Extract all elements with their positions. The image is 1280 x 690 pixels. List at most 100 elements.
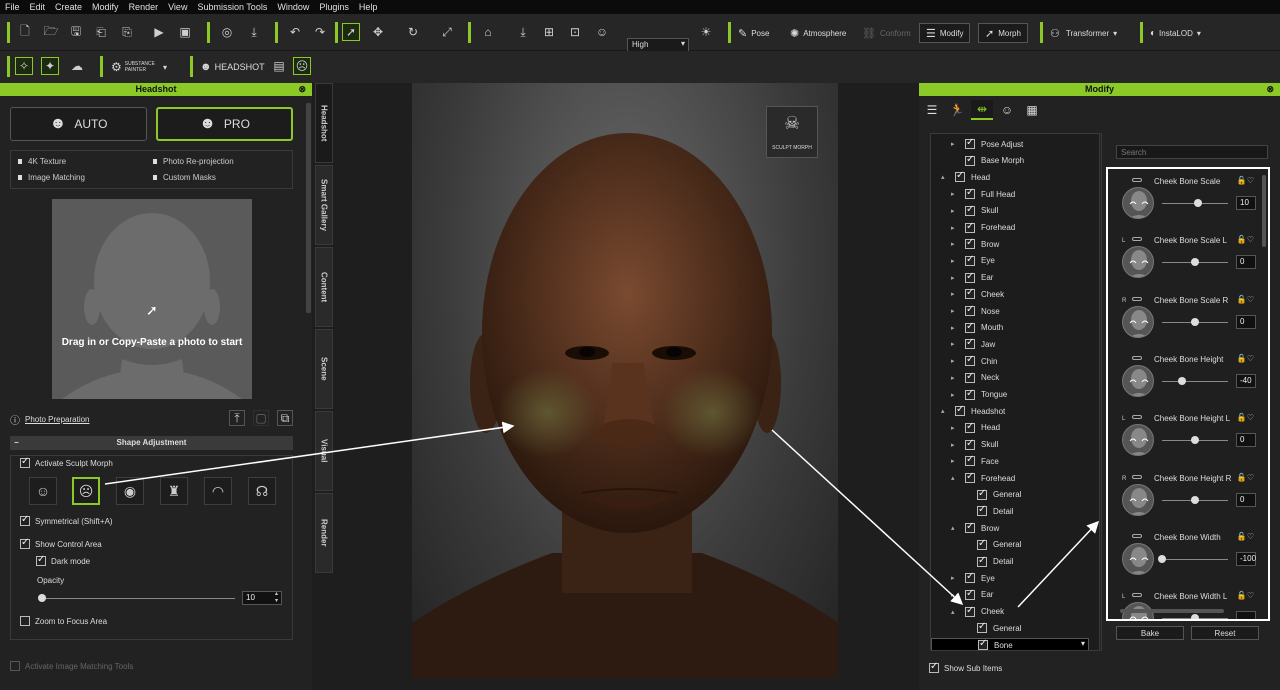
expand-arrow-icon[interactable]: ▸ <box>951 274 959 282</box>
ear-region-button[interactable]: ☊ <box>248 477 276 505</box>
menu-item-create[interactable]: Create <box>55 2 82 12</box>
face-region-button[interactable]: ☺ <box>29 477 57 505</box>
checkbox-icon[interactable] <box>965 421 975 433</box>
tab-headshot[interactable]: Headshot <box>315 83 333 163</box>
tree-item[interactable]: ▸ Ear <box>951 271 993 285</box>
toggle-icon[interactable] <box>1132 474 1142 479</box>
substance-painter-button[interactable]: ⚙ SUBSTANCE PAINTER ▾ <box>111 57 167 77</box>
tree-item[interactable]: Base Morph <box>951 154 1024 168</box>
expand-arrow-icon[interactable]: ▸ <box>951 391 959 399</box>
panel-scrollbar[interactable] <box>306 103 311 313</box>
morph-slider-handle[interactable] <box>1191 258 1199 267</box>
eye-region-button[interactable]: ◉ <box>116 477 144 505</box>
checkbox-icon[interactable] <box>955 170 965 183</box>
export-icon[interactable]: ⎘ <box>118 23 136 41</box>
checkbox-icon[interactable] <box>955 404 965 417</box>
tree-item[interactable]: ▸ Mouth <box>951 321 1003 335</box>
tree-item[interactable]: ▸ Face <box>951 454 999 468</box>
morph-value-input[interactable]: -40 <box>1236 373 1256 388</box>
tab-scene[interactable]: Scene <box>315 329 333 409</box>
bake-button[interactable]: Bake <box>1116 626 1184 640</box>
checkbox-icon[interactable] <box>965 221 975 233</box>
expand-arrow-icon[interactable]: ▸ <box>951 224 959 232</box>
checkbox-icon[interactable] <box>965 137 975 149</box>
activate-sculpt-morph-checkbox[interactable]: Activate Sculpt Morph <box>20 456 113 468</box>
morph-slider-handle[interactable] <box>1191 317 1199 326</box>
close-icon[interactable]: ⊗ <box>298 83 306 96</box>
reset-button[interactable]: Reset <box>1191 626 1259 640</box>
light-icon[interactable]: ☀ <box>697 23 715 41</box>
tab-morph[interactable]: ⇹ <box>971 100 993 120</box>
character-tool-icon[interactable]: ✧ <box>15 57 33 75</box>
tree-item[interactable]: ▸ Jaw <box>951 337 995 351</box>
tree-item[interactable]: ▸ Cheek <box>951 287 1004 301</box>
checkbox-icon[interactable] <box>965 588 975 600</box>
checkbox-icon[interactable] <box>965 521 975 534</box>
close-icon[interactable]: ⊗ <box>1266 83 1274 96</box>
tab-material[interactable]: ▦ <box>1021 100 1043 120</box>
frame-selected-icon[interactable]: ⊞ <box>540 23 558 41</box>
mouth-region-button[interactable]: ◠ <box>204 477 232 505</box>
photo-preparation-link[interactable]: Photo Preparation <box>25 415 90 424</box>
toggle-icon[interactable] <box>1132 355 1142 360</box>
frame-all-icon[interactable]: ⊡ <box>566 23 584 41</box>
slider-list-vscrollbar[interactable] <box>1262 175 1266 247</box>
zoom-to-focus-checkbox[interactable]: Zoom to Focus Area <box>20 616 107 626</box>
menu-item-view[interactable]: View <box>168 2 187 12</box>
morph-value-input[interactable]: 0 <box>1236 255 1256 270</box>
toggle-icon[interactable] <box>1132 533 1142 538</box>
spin-arrows-icon[interactable]: ▴ ▾ <box>275 591 278 605</box>
menu-item-edit[interactable]: Edit <box>30 2 46 12</box>
toggle-icon[interactable] <box>1132 178 1142 182</box>
quality-select[interactable]: High <box>627 38 689 52</box>
checkbox-icon[interactable] <box>965 154 975 166</box>
headshot-button[interactable]: ☻ HEADSHOT <box>200 57 265 77</box>
morph-value-input[interactable]: 10 <box>1236 196 1256 210</box>
expand-arrow-icon[interactable]: ▸ <box>951 290 959 298</box>
toggle-icon[interactable] <box>1132 593 1142 598</box>
cloud-tool-icon[interactable]: ☁ <box>68 57 86 75</box>
checkbox-icon[interactable] <box>965 571 975 584</box>
checkbox-icon[interactable] <box>965 321 975 333</box>
checkbox-icon[interactable] <box>965 354 975 367</box>
checkbox-icon[interactable] <box>978 638 988 650</box>
tree-item[interactable]: ▴ Head <box>941 170 990 184</box>
pick-icon[interactable]: ⤓ <box>245 23 263 41</box>
morph-slider[interactable] <box>1162 558 1228 560</box>
menu-item-modify[interactable]: Modify <box>92 2 119 12</box>
morph-value-input[interactable]: -100 <box>1236 551 1256 566</box>
transformer-button[interactable]: ⚇ Transformer ▾ <box>1050 23 1117 43</box>
checkbox-icon[interactable] <box>965 605 975 617</box>
expand-arrow-icon[interactable]: ▸ <box>951 441 959 449</box>
new-file-icon[interactable]: 🗋 <box>16 23 34 41</box>
checkbox-icon[interactable] <box>965 287 975 300</box>
tree-item[interactable]: ▸ Pose Adjust <box>951 137 1023 151</box>
symmetrical-checkbox[interactable]: Symmetrical (Shift+A) <box>20 514 113 526</box>
instalod-button[interactable]: ◐ InstaLOD ▾ <box>1150 23 1201 43</box>
checkbox-icon[interactable] <box>977 621 987 634</box>
lock-heart-icon[interactable]: 🔓♡ <box>1237 354 1254 363</box>
save-icon[interactable]: 🖫 <box>67 23 85 41</box>
activate-image-matching-checkbox[interactable]: Activate Image Matching Tools <box>10 661 133 671</box>
expand-arrow-icon[interactable]: ▸ <box>951 207 959 215</box>
morph-slider-handle[interactable] <box>1194 199 1203 207</box>
tab-content[interactable]: Content <box>315 247 333 327</box>
checkbox-icon[interactable] <box>965 454 975 467</box>
import-icon[interactable]: ⎗ <box>92 23 110 41</box>
nose-region-button[interactable]: ♜ <box>160 477 188 505</box>
expand-arrow-icon[interactable]: ▸ <box>951 307 959 315</box>
tree-item[interactable]: ▴ Forehead <box>951 471 1015 485</box>
dark-mode-checkbox[interactable]: Dark mode <box>36 554 90 566</box>
checkbox-icon[interactable] <box>965 337 975 350</box>
menu-item-render[interactable]: Render <box>129 2 159 12</box>
checkbox-icon[interactable] <box>965 371 975 383</box>
expand-arrow-icon[interactable]: ▸ <box>951 324 959 332</box>
lock-heart-icon[interactable]: 🔓♡ <box>1237 473 1254 482</box>
morph-value-input[interactable]: 0 <box>1236 314 1256 329</box>
lock-heart-icon[interactable]: 🔓♡ <box>1237 176 1254 185</box>
menu-item-plugins[interactable]: Plugins <box>319 2 349 12</box>
menu-item-help[interactable]: Help <box>359 2 378 12</box>
checkbox-icon[interactable] <box>977 538 987 550</box>
pro-mode-button[interactable]: ☻ PRO <box>156 107 293 141</box>
slider-list-hscrollbar[interactable] <box>1120 609 1224 613</box>
